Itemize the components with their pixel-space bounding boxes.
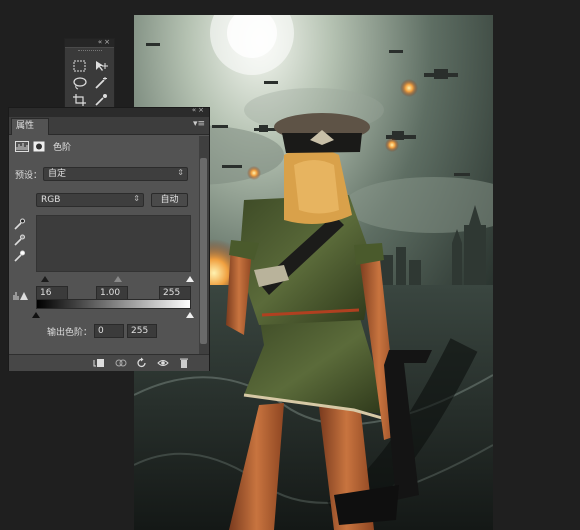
preset-value: 自定 (48, 169, 67, 179)
input-black-field[interactable]: 16 (36, 286, 68, 300)
trash-icon[interactable] (178, 357, 190, 369)
clipping-warning-icon[interactable] (12, 289, 28, 301)
output-black-field[interactable]: 0 (94, 324, 124, 338)
adjustment-title: 色阶 (53, 142, 72, 153)
tools-panel: «× (64, 38, 115, 108)
channel-value: RGB (41, 195, 61, 205)
output-black-slider[interactable] (32, 312, 40, 318)
magic-wand-icon[interactable] (93, 76, 109, 90)
updown-arrow-icon: ⇕ (133, 194, 140, 203)
tools-panel-header[interactable]: «× (65, 38, 114, 48)
view-previous-icon[interactable] (115, 357, 127, 369)
input-gamma-slider[interactable] (114, 276, 122, 282)
output-white-slider[interactable] (186, 312, 194, 318)
updown-arrow-icon: ⇕ (177, 168, 184, 177)
properties-footer-toolbar (9, 354, 209, 371)
gray-point-eyedropper-icon[interactable] (13, 234, 25, 246)
crop-icon[interactable] (72, 93, 88, 107)
panel-grip[interactable] (78, 50, 102, 52)
black-point-eyedropper-icon[interactable] (13, 218, 25, 230)
white-point-eyedropper-icon[interactable] (13, 250, 25, 262)
input-white-slider[interactable] (186, 276, 194, 282)
properties-panel-titlebar[interactable]: «× (9, 106, 209, 117)
clip-to-layer-icon[interactable] (93, 357, 105, 369)
output-levels-label: 输出色阶： (47, 328, 93, 338)
levels-properties: 色阶 预设： 自定 ⇕ RGB ⇕ 自动 16 1.00 255 输出色阶： 0… (9, 136, 209, 354)
output-white-field[interactable]: 255 (127, 324, 157, 338)
channel-select[interactable]: RGB ⇕ (36, 193, 144, 207)
input-black-slider[interactable] (41, 276, 49, 282)
visibility-eye-icon[interactable] (157, 357, 169, 369)
collapse-icon[interactable]: «× (98, 38, 112, 46)
preset-select[interactable]: 自定 ⇕ (43, 167, 188, 181)
auto-button[interactable]: 自动 (151, 193, 188, 207)
move-icon[interactable] (93, 59, 109, 73)
adjustment-header: 色阶 (15, 138, 71, 154)
histogram-display (36, 215, 191, 272)
eyedropper-icon[interactable] (93, 93, 109, 107)
properties-scrollbar[interactable] (199, 136, 209, 354)
mask-icon[interactable] (33, 141, 45, 152)
histogram-icon[interactable] (15, 140, 29, 152)
collapse-icon[interactable]: «× (192, 106, 206, 114)
panel-menu-icon[interactable]: ▾≡ (193, 119, 205, 129)
properties-panel: «× 属性 ▾≡ 色阶 预设： 自定 ⇕ RGB ⇕ 自动 16 1.00 25… (8, 106, 210, 371)
marquee-icon[interactable] (72, 59, 88, 73)
scrollbar-thumb[interactable] (200, 158, 207, 344)
photoshop-workspace: «× «× 属性 ▾≡ 色阶 预设： 自定 ⇕ RGB ⇕ 自动 16 1.00… (0, 0, 580, 530)
output-gradient-bar (36, 299, 191, 309)
properties-tabbar: 属性 ▾≡ (9, 117, 209, 135)
input-gamma-field[interactable]: 1.00 (96, 286, 128, 300)
input-white-field[interactable]: 255 (159, 286, 191, 300)
reset-icon[interactable] (136, 357, 148, 369)
tab-properties[interactable]: 属性 (11, 118, 49, 135)
preset-label: 预设： (15, 171, 43, 181)
lasso-icon[interactable] (72, 76, 88, 90)
